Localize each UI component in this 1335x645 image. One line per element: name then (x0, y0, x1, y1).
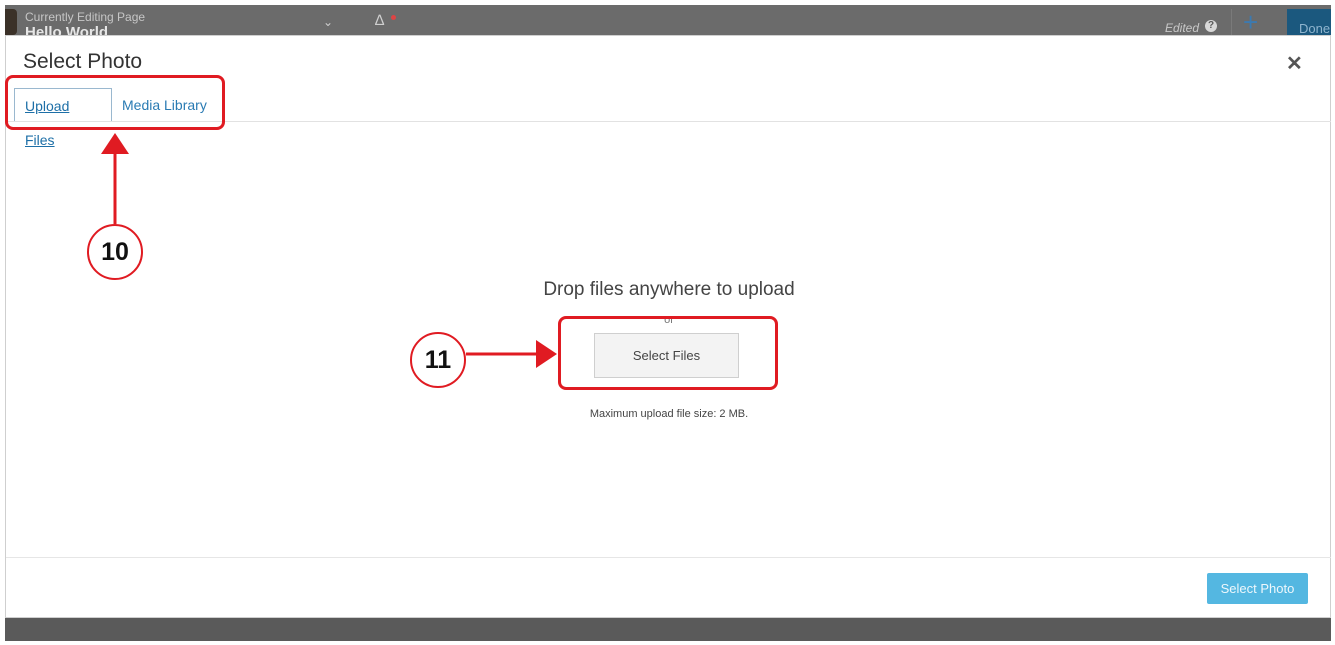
annotation-arrows (101, 133, 557, 368)
annotation-step-10: 10 (87, 224, 143, 280)
arrow-right-head (536, 340, 557, 368)
annotation-step-11: 11 (410, 332, 466, 388)
arrow-up-head (101, 133, 129, 154)
